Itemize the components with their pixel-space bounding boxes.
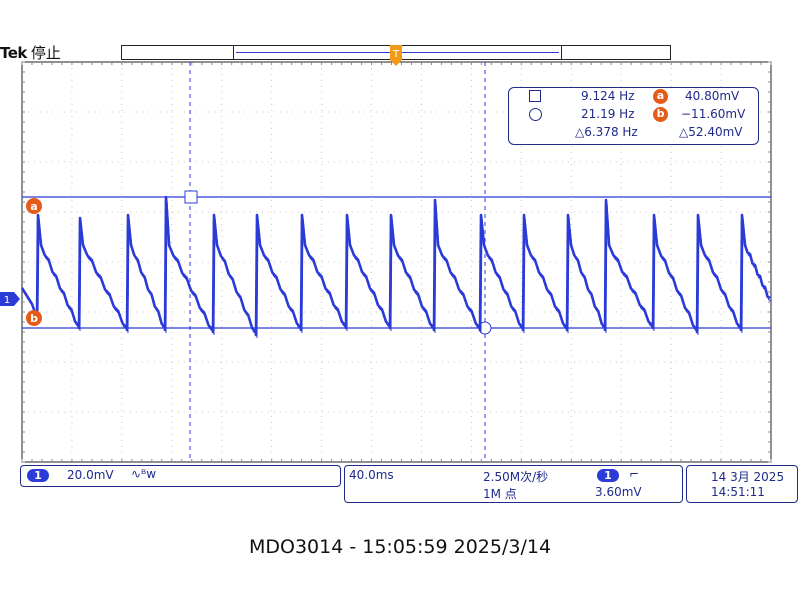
time-per-division: 40.0ms bbox=[349, 468, 394, 482]
sample-rate: 2.50M次/秒 bbox=[483, 470, 549, 484]
channel-1-ground-marker[interactable]: 1 bbox=[0, 292, 20, 306]
channel-settings-panel[interactable]: 1 20.0mV ∿ᴮw bbox=[20, 465, 341, 487]
circle-cursor-icon bbox=[529, 108, 542, 121]
screenshot-caption: MDO3014 - 15:05:59 2025/3/14 bbox=[248, 536, 552, 558]
voltage-delta: △52.40mV bbox=[679, 125, 743, 139]
cursor-a-badge: a bbox=[653, 89, 668, 104]
cursor-b-badge: b bbox=[653, 107, 668, 122]
frequency-delta: △6.378 Hz bbox=[575, 125, 638, 139]
frequency-1: 9.124 Hz bbox=[581, 89, 635, 103]
cursor-b-label: b bbox=[30, 312, 38, 325]
trigger-source-chip[interactable]: 1 bbox=[597, 469, 619, 482]
cursor-a-label: a bbox=[30, 200, 37, 213]
cursor-a-marker: a bbox=[26, 198, 42, 214]
channel-marker-label: 1 bbox=[4, 295, 10, 306]
datetime-panel: 14 3月 2025 14:51:11 bbox=[686, 465, 798, 503]
trigger-slope-icon: ⌐ bbox=[629, 467, 640, 481]
channel-1-trace bbox=[20, 195, 771, 337]
cursor-square-handle[interactable] bbox=[184, 190, 198, 204]
channel-1-chip[interactable]: 1 bbox=[27, 469, 49, 482]
acquisition-time: 14:51:11 bbox=[711, 485, 765, 499]
trigger-position-label: T bbox=[392, 49, 400, 60]
frequency-2: 21.19 Hz bbox=[581, 107, 635, 121]
trigger-level: 3.60mV bbox=[595, 485, 642, 499]
voltage-a: 40.80mV bbox=[685, 89, 740, 103]
bandwidth-limit-icon: ∿ᴮw bbox=[131, 467, 157, 481]
timebase-panel[interactable]: 40.0ms 2.50M次/秒 1M 点 1 ⌐ 3.60mV bbox=[344, 465, 683, 503]
cursor-b-marker: b bbox=[26, 310, 42, 326]
channel-1-trace-noise bbox=[22, 199, 772, 339]
acquisition-date: 14 3月 2025 bbox=[711, 470, 785, 484]
cursor-readout: 9.124 Hz a 40.80mV 21.19 Hz b −11.60mV △… bbox=[508, 87, 759, 145]
record-length: 1M 点 bbox=[483, 487, 517, 501]
vertical-scale: 20.0mV bbox=[67, 468, 114, 482]
square-cursor-icon bbox=[529, 90, 541, 102]
voltage-b: −11.60mV bbox=[681, 107, 746, 121]
